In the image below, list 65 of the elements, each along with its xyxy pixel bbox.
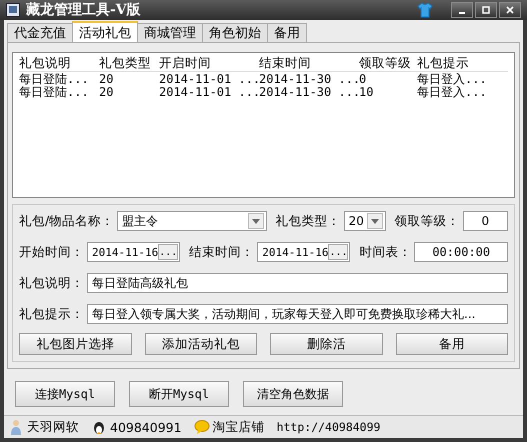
link[interactable]: http://40984099 (276, 420, 380, 434)
action-button[interactable]: 删除活 (270, 333, 382, 355)
column-header[interactable]: 礼包说明 (19, 55, 99, 71)
input-field[interactable]: 00:00:00 (414, 242, 508, 262)
input-field[interactable]: 每日登陆高级礼包 (87, 273, 508, 293)
table-cell: 2014-11-30 ... (259, 73, 359, 86)
window-title: 藏龙管理工具-V版 (26, 1, 141, 19)
penguin-icon (91, 419, 107, 435)
table-cell-text: 20 (99, 73, 114, 86)
column-header[interactable]: 结束时间 (259, 55, 359, 71)
field-label: 开始时间： (19, 244, 84, 260)
action-button[interactable]: 清空角色数据 (243, 381, 343, 407)
tab[interactable]: 代金充值 (7, 23, 73, 42)
dropdown-icon (366, 213, 383, 229)
action-button[interactable]: 连接Mysql (15, 381, 115, 407)
status-text: 淘宝店铺 (212, 418, 265, 436)
column-header[interactable]: 礼包类型 (99, 55, 159, 71)
tab[interactable]: 活动礼包 (72, 21, 138, 42)
minimize-button[interactable] (451, 2, 473, 18)
action-button[interactable]: 礼包图片选择 (19, 333, 132, 355)
table-cell-text: 每日登入... (417, 86, 488, 99)
table-cell-text: 每日登陆... (19, 86, 90, 99)
shirt-icon (417, 2, 433, 18)
chat-bubble-icon (194, 419, 210, 435)
maximize-button[interactable] (475, 2, 497, 18)
status-text: 409840991 (110, 420, 182, 434)
tab[interactable]: 角色初始 (202, 23, 268, 42)
tab[interactable]: 商城管理 (137, 23, 203, 42)
table-cell: 2014-11-01 ... (159, 86, 259, 99)
field-label: 领取等级： (394, 212, 460, 230)
status-text: 天羽网软 (27, 418, 79, 436)
table-cell: 2014-11-01 ... (159, 73, 259, 86)
column-header[interactable]: 礼包提示 (417, 55, 507, 71)
app-icon (6, 3, 20, 17)
field-label: 结束时间： (189, 244, 254, 260)
table-cell-text: 每日登陆... (19, 73, 90, 86)
table-cell-text: 20 (99, 86, 114, 99)
date-field[interactable]: 2014-11-16... (87, 242, 180, 262)
close-button[interactable] (499, 2, 521, 18)
input-field[interactable]: 每日登入领专属大奖，活动期间，玩家每天登入即可免费换取珍稀大礼... (87, 304, 508, 324)
tab[interactable]: 备用 (267, 23, 307, 42)
browse-button[interactable]: ... (158, 244, 178, 260)
combo-box[interactable]: 20 (344, 211, 386, 231)
close-icon (506, 6, 514, 14)
column-header[interactable]: 开启时间 (159, 55, 259, 71)
table-cell-text: 0 (359, 73, 368, 86)
combo-box[interactable]: 盟主令 (117, 211, 267, 231)
dropdown-icon (248, 213, 264, 229)
field-label: 时间表： (359, 244, 412, 260)
date-field[interactable]: 2014-11-16... (257, 242, 350, 262)
input-field[interactable]: 0 (462, 211, 508, 231)
person-icon (8, 419, 24, 435)
table-cell: 2014-11-30 ... (259, 86, 359, 99)
action-button[interactable]: 添加活动礼包 (144, 333, 257, 355)
field-label: 礼包提示： (19, 306, 84, 322)
field-label: 礼包类型： (276, 212, 341, 230)
table-cell-text: 每日登入... (417, 73, 488, 86)
column-header[interactable]: 领取等级 (359, 55, 417, 71)
field-label: 礼包说明： (19, 274, 84, 292)
maximize-icon (482, 6, 490, 14)
action-button[interactable]: 断开Mysql (129, 381, 229, 407)
action-button[interactable]: 备用 (396, 333, 508, 355)
browse-button[interactable]: ... (328, 244, 348, 260)
table-cell-text: 10 (359, 86, 374, 99)
field-label: 礼包/物品名称： (19, 212, 114, 230)
